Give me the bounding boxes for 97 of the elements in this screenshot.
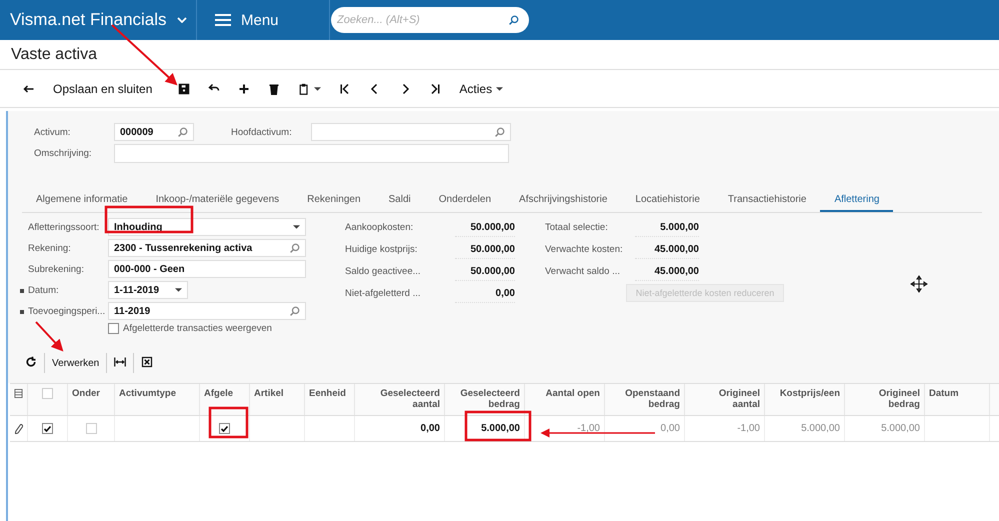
field-label: Hoofdactivum: [231, 126, 293, 138]
summary-value: 50.000,00 [455, 240, 515, 259]
column-header[interactable]: Aantal open [525, 384, 605, 415]
summary-value: 50.000,00 [455, 218, 515, 237]
field-label: Rekening: [28, 242, 71, 254]
summary-label: Huidige kostprijs: [345, 242, 418, 256]
column-header[interactable]: Kostprijs/een [765, 384, 845, 415]
summary-value: 45.000,00 [635, 240, 699, 259]
summary-value: 50.000,00 [455, 262, 515, 281]
caret-icon [496, 86, 504, 90]
checkbox[interactable] [42, 423, 53, 434]
column-header[interactable]: Eenheid [305, 384, 355, 415]
search-field[interactable]: Zoeken... (Alt+S) [331, 7, 529, 33]
column-header[interactable]: Onder [68, 384, 115, 415]
app-brand: Visma.net Financials [10, 10, 167, 30]
field-label: Afletteringssoort: [28, 222, 100, 232]
search-icon[interactable] [495, 127, 505, 137]
checkbox-label: Afgeletterde transacties weergeven [123, 323, 272, 334]
input-field[interactable]: 000-000 - Geen [108, 260, 306, 278]
checkbox[interactable] [42, 388, 53, 399]
tab[interactable]: Inkoop-/materiële gegevens [142, 190, 294, 212]
annotation-arrow [111, 24, 178, 86]
grid-settings-icon[interactable] [14, 388, 23, 399]
table-cell: -1,00 [737, 423, 760, 434]
caret-icon [175, 288, 182, 292]
input-field[interactable]: 11-2019 [108, 302, 306, 320]
summary-label: Saldo geactivee... [345, 264, 422, 278]
column-header[interactable]: Geselecteerd aantal [355, 384, 445, 415]
caret-icon [314, 86, 322, 90]
dropdown-field[interactable]: Inhouding [108, 218, 306, 236]
tab[interactable]: Rekeningen [293, 190, 375, 212]
summary-value: 0,00 [455, 284, 515, 303]
tab[interactable]: Afschrijvingshistorie [505, 190, 622, 212]
parent-asset-field[interactable] [311, 123, 511, 141]
annotation-arrow [35, 321, 64, 352]
column-header[interactable]: Afgele [200, 384, 250, 415]
summary-label: Verwacht saldo ... [545, 264, 621, 278]
tab[interactable]: Locatiehistorie [621, 190, 714, 212]
pencil-icon [14, 424, 22, 434]
save-close-button[interactable]: Opslaan en sluiten [44, 74, 162, 104]
dropdown-field[interactable]: 1-11-2019 [108, 281, 188, 299]
column-header[interactable]: Origineel aantal [685, 384, 765, 415]
table-cell: 5.000,00 [481, 423, 520, 434]
table-cell: -1,00 [577, 423, 600, 434]
column-header[interactable]: Origineel bedrag [845, 384, 925, 415]
field-label: Omschrijving: [34, 148, 93, 159]
refresh-icon [25, 356, 37, 368]
column-header[interactable]: Datum [925, 384, 990, 415]
table-cell: 0,00 [420, 423, 440, 434]
highlight-frame [208, 406, 248, 438]
search-icon[interactable] [290, 306, 300, 316]
asset-field[interactable]: 000009 [114, 123, 194, 141]
required-icon [20, 288, 24, 292]
tab[interactable]: Saldi [374, 190, 425, 212]
field-label: Activum: [34, 126, 72, 138]
chevron-down-icon[interactable] [176, 17, 187, 23]
column-header[interactable]: Activumtype [115, 384, 200, 415]
summary-label: Verwachte kosten: [545, 242, 624, 256]
checkbox[interactable] [86, 423, 96, 434]
column-header[interactable]: Openstaand bedrag [605, 384, 685, 415]
move-cursor-icon [910, 276, 928, 292]
clipboard-icon [298, 82, 310, 94]
highlight-frame [464, 410, 532, 442]
menu-icon [215, 14, 231, 26]
description-field[interactable] [114, 144, 509, 163]
tab[interactable]: Transactiehistorie [714, 190, 820, 212]
field-label: Toevoegingsperi... [28, 306, 106, 316]
table-cell: 5.000,00 [801, 423, 840, 434]
table-cell: 5.000,00 [881, 423, 920, 434]
search-icon[interactable] [178, 127, 188, 137]
fit-width-icon [114, 356, 126, 368]
checkbox[interactable] [108, 323, 119, 334]
field-label: Datum: [28, 284, 59, 296]
column-header[interactable]: Artikel [250, 384, 305, 415]
summary-label: Niet-afgeletterd ... [345, 286, 422, 300]
tab[interactable]: Aflettering [820, 190, 894, 212]
summary-value: 45.000,00 [635, 262, 699, 281]
tab[interactable]: Algemene informatie [22, 190, 142, 212]
checkbox[interactable] [219, 423, 230, 434]
search-icon[interactable] [290, 243, 300, 253]
field-label: Subrekening: [28, 264, 84, 274]
process-button[interactable]: Verwerken [45, 353, 108, 373]
table-cell: 0,00 [660, 423, 680, 434]
checkmark-icon [221, 426, 228, 432]
summary-label: Aankoopkosten: [345, 220, 414, 234]
search-icon[interactable] [509, 15, 519, 25]
actions-menu[interactable]: Acties [450, 74, 512, 104]
caret-icon [293, 225, 300, 229]
required-icon [20, 310, 24, 314]
tab[interactable]: Onderdelen [424, 190, 506, 212]
column-header[interactable]: Geselecteerd bedrag [445, 384, 525, 415]
input-field[interactable]: 2300 - Tussenrekening activa [108, 239, 306, 257]
checkmark-icon [44, 426, 51, 432]
summary-value: 5.000,00 [635, 218, 699, 237]
summary-label: Totaal selectie: [545, 220, 609, 234]
page-title: Vaste activa [0, 40, 999, 70]
menu-button[interactable]: Menu [197, 0, 330, 40]
